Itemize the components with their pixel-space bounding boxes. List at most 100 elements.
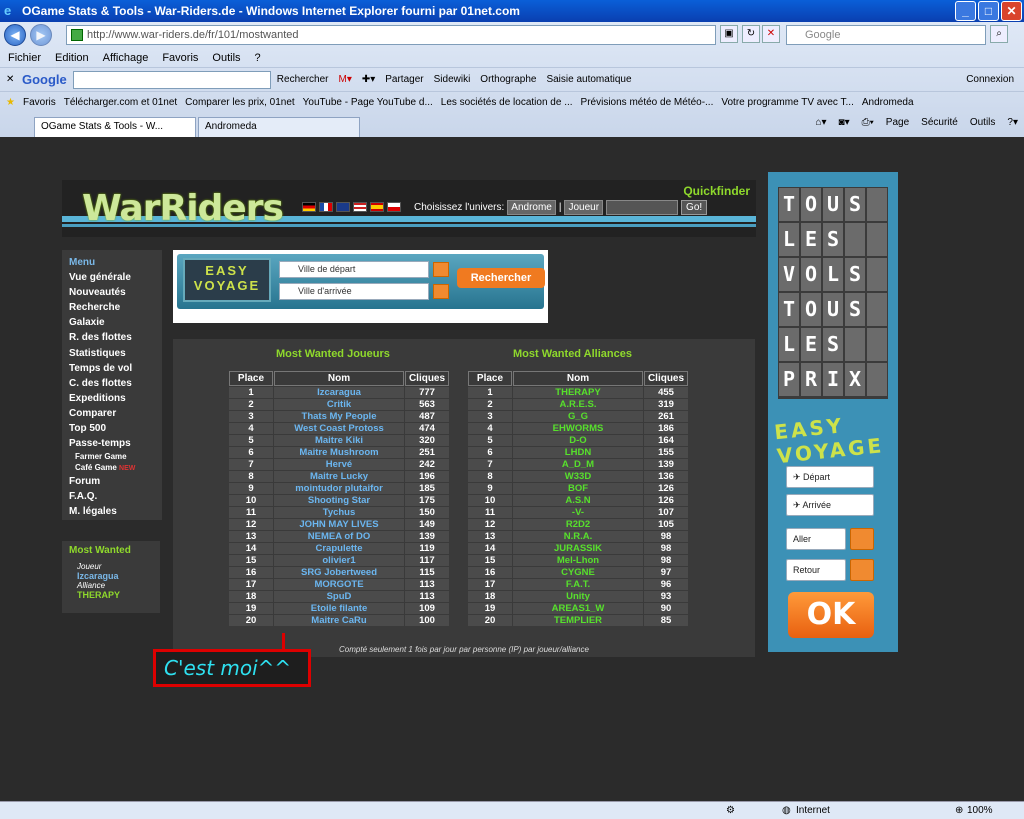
name-link[interactable]: F.A.T. (513, 579, 643, 590)
name-link[interactable]: N.R.A. (513, 531, 643, 542)
name-link[interactable]: CYGNE (513, 567, 643, 578)
address-bar[interactable]: http://www.war-riders.de/fr/101/mostwant… (66, 25, 716, 45)
menu-item[interactable]: Temps de vol (69, 361, 155, 376)
calendar-icon[interactable] (433, 284, 449, 299)
favorite-link[interactable]: Prévisions météo de Météo-... (581, 97, 714, 108)
search-box[interactable]: Google (786, 25, 986, 45)
close-button[interactable]: ✕ (1001, 1, 1022, 21)
menu-item[interactable]: Nouveautés (69, 285, 155, 300)
menu-item[interactable]: Passe-temps (69, 436, 155, 451)
ad-search-button[interactable]: Rechercher (457, 268, 545, 288)
menu-affichage[interactable]: Affichage (103, 52, 149, 64)
name-link[interactable]: Critik (274, 399, 404, 410)
name-link[interactable]: A.S.N (513, 495, 643, 506)
flag-uk-icon[interactable] (336, 202, 350, 212)
print-icon[interactable]: ⎙▾ (862, 117, 874, 128)
player-link[interactable]: Izcaragua (69, 571, 153, 581)
name-link[interactable]: AREAS1_W (513, 603, 643, 614)
share-button[interactable]: Partager (385, 74, 423, 85)
name-link[interactable]: Maitre Kiki (274, 435, 404, 446)
go-button[interactable]: Go! (681, 200, 708, 215)
name-link[interactable]: R2D2 (513, 519, 643, 530)
favorite-link[interactable]: Télécharger.com et 01net (64, 97, 177, 108)
flag-pl-icon[interactable] (387, 202, 401, 212)
tab-andromeda[interactable]: Andromeda (198, 117, 360, 137)
name-link[interactable]: olivier1 (274, 555, 404, 566)
name-link[interactable]: SRG Jobertweed (274, 567, 404, 578)
close-toolbar-icon[interactable]: ✕ (6, 74, 14, 85)
refresh-icon[interactable]: ↻ (742, 25, 760, 43)
outbound-date[interactable]: Aller (786, 528, 846, 550)
compat-icon[interactable]: ▣ (720, 25, 738, 43)
name-link[interactable]: D-O (513, 435, 643, 446)
universe-select[interactable]: Androme (507, 200, 556, 215)
name-link[interactable]: JURASSIK (513, 543, 643, 554)
menu-favoris[interactable]: Favoris (162, 52, 198, 64)
favorite-link[interactable]: Les sociétés de location de ... (441, 97, 573, 108)
gmail-icon[interactable]: M▾ (338, 74, 351, 85)
alliance-link[interactable]: THERAPY (69, 590, 153, 600)
spelling-button[interactable]: Orthographe (480, 74, 536, 85)
menu-item[interactable]: Expeditions (69, 391, 155, 406)
name-link[interactable]: Maitre Lucky (274, 471, 404, 482)
flag-us-icon[interactable] (353, 202, 367, 212)
name-link[interactable]: BOF (513, 483, 643, 494)
name-link[interactable]: West Coast Protoss (274, 423, 404, 434)
site-logo[interactable]: WarRiders (82, 188, 284, 229)
home-icon[interactable]: ⌂▾ (815, 117, 826, 128)
name-link[interactable]: Maitre CaRu (274, 615, 404, 626)
forward-button[interactable]: ▶ (30, 24, 52, 46)
flag-de-icon[interactable] (302, 202, 316, 212)
zoom-level[interactable]: 100% (967, 805, 993, 816)
return-date[interactable]: Retour (786, 559, 846, 581)
name-link[interactable]: Izcaragua (274, 387, 404, 398)
menu-subitem[interactable]: Café Game (75, 463, 117, 472)
menu-outils[interactable]: Outils (212, 52, 240, 64)
ok-button[interactable]: OK (788, 592, 874, 638)
zoom-icon[interactable]: ⊕ (955, 805, 963, 816)
arrival-field[interactable]: Ville d'arrivée (279, 283, 429, 300)
tab-ogame[interactable]: OGame Stats & Tools - W... (34, 117, 196, 137)
menu-edition[interactable]: Edition (55, 52, 89, 64)
menu-help[interactable]: ? (255, 52, 261, 64)
menu-item[interactable]: R. des flottes (69, 330, 155, 345)
menu-item[interactable]: Galaxie (69, 315, 155, 330)
security-menu[interactable]: Sécurité (921, 117, 958, 128)
security-icon[interactable]: ⚙ (726, 805, 735, 816)
ad-banner[interactable]: EASY VOYAGE Ville de départ Ville d'arriv… (173, 250, 548, 323)
name-link[interactable]: NEMEA of DO (274, 531, 404, 542)
search-icon[interactable]: ⌕ (990, 25, 1008, 43)
favorite-link[interactable]: Votre programme TV avec T... (721, 97, 853, 108)
menu-item[interactable]: C. des flottes (69, 376, 155, 391)
name-link[interactable]: Tychus (274, 507, 404, 518)
favorites-button[interactable]: Favoris (23, 97, 56, 108)
feeds-icon[interactable]: ◙▾ (839, 117, 850, 128)
google-search-input[interactable] (72, 70, 271, 89)
arrival-field[interactable]: ✈ Arrivée (786, 494, 874, 516)
departure-field[interactable]: Ville de départ (279, 261, 429, 278)
flag-fr-icon[interactable] (319, 202, 333, 212)
calendar-icon[interactable] (850, 528, 874, 550)
flag-es-icon[interactable] (370, 202, 384, 212)
favorite-link[interactable]: Andromeda (862, 97, 914, 108)
name-link[interactable]: SpuD (274, 591, 404, 602)
name-link[interactable]: -V- (513, 507, 643, 518)
sidewiki-button[interactable]: Sidewiki (434, 74, 471, 85)
name-link[interactable]: A.R.E.S. (513, 399, 643, 410)
name-link[interactable]: THERAPY (513, 387, 643, 398)
minimize-button[interactable]: _ (955, 1, 976, 21)
depart-field[interactable]: ✈ Départ (786, 466, 874, 488)
menu-item[interactable]: Vue générale (69, 270, 155, 285)
favorite-link[interactable]: Comparer les prix, 01net (185, 97, 295, 108)
menu-item[interactable]: Forum (69, 474, 155, 489)
favorite-link[interactable]: YouTube - Page YouTube d... (303, 97, 433, 108)
name-link[interactable]: Maitre Mushroom (274, 447, 404, 458)
menu-subitem[interactable]: Farmer Game (69, 451, 155, 462)
name-link[interactable]: JOHN MAY LIVES (274, 519, 404, 530)
signin-button[interactable]: Connexion (966, 74, 1014, 85)
menu-item[interactable]: Comparer (69, 406, 155, 421)
name-link[interactable]: mointudor plutaifor (274, 483, 404, 494)
name-link[interactable]: Unity (513, 591, 643, 602)
calendar-icon[interactable] (433, 262, 449, 277)
name-link[interactable]: Etoile filante (274, 603, 404, 614)
